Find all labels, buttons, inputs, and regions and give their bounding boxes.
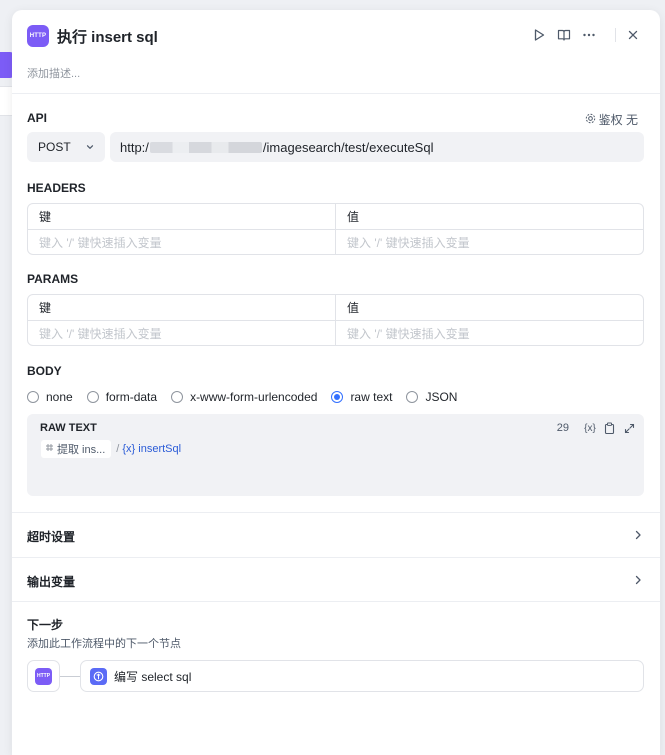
redacted-host	[149, 141, 262, 153]
api-section-label: API	[27, 111, 48, 125]
llm-node-icon	[90, 667, 107, 685]
radio-circle	[86, 391, 99, 403]
header-value-input[interactable]: 键入 '/' 键快速插入变量	[335, 230, 643, 254]
output-label: 输出变量	[27, 575, 76, 589]
book-icon[interactable]	[555, 26, 573, 44]
value-column-header: 值	[335, 295, 643, 320]
radio-label: JSON	[425, 390, 458, 404]
radio-label: x-www-form-urlencoded	[190, 390, 318, 404]
table-row: 键入 '/' 键快速插入变量 键入 '/' 键快速插入变量	[28, 320, 643, 345]
timeout-settings-row[interactable]: 超时设置	[12, 512, 660, 556]
run-icon[interactable]	[530, 26, 548, 44]
node-title[interactable]: 执行 insert sql	[57, 26, 158, 47]
auth-setting[interactable]: 鉴权 无	[585, 111, 638, 128]
raw-text-editor[interactable]: RAW TEXT 29 {x} 提取 ins... / {x} insertSq…	[27, 414, 644, 496]
url-path: /imagesearch/test/executeSql	[262, 139, 434, 155]
param-key-input[interactable]: 键入 '/' 键快速插入变量	[28, 321, 335, 345]
method-select[interactable]: POST	[27, 132, 105, 162]
method-value: POST	[38, 140, 71, 154]
headers-table: 键 值 键入 '/' 键快速插入变量 键入 '/' 键快速插入变量	[27, 203, 644, 255]
variable-name: {x} insertSql	[122, 443, 182, 455]
radio-circle	[406, 391, 419, 403]
node-config-panel: HTTP 执行 insert sql 添加描述... API 鉴权 无 POST…	[12, 10, 660, 755]
char-count: 29	[556, 422, 569, 434]
radio-label: raw text	[350, 390, 393, 404]
body-section-label: BODY	[27, 364, 62, 378]
radio-circle	[171, 391, 184, 403]
header-divider	[615, 28, 616, 42]
headers-section-label: HEADERS	[27, 181, 86, 195]
next-node-name: 编写 select sql	[114, 669, 192, 684]
radio-label: none	[46, 390, 73, 404]
extract-node-icon	[45, 443, 54, 455]
params-table: 键 值 键入 '/' 键快速插入变量 键入 '/' 键快速插入变量	[27, 294, 644, 346]
current-node-thumb: HTTP	[27, 660, 60, 692]
more-icon[interactable]	[580, 26, 598, 44]
params-section-label: PARAMS	[27, 272, 79, 286]
url-input[interactable]: http:/ /imagesearch/test/executeSql	[110, 132, 644, 162]
table-header-row: 键 值	[28, 295, 643, 320]
description-input[interactable]: 添加描述...	[27, 65, 80, 81]
next-step-subtitle: 添加此工作流程中的下一个节点	[27, 638, 181, 650]
timeout-label: 超时设置	[27, 530, 76, 544]
key-column-header: 键	[39, 301, 52, 315]
source-node-name: 提取 ins...	[57, 444, 106, 456]
radio-form-data[interactable]: form-data	[86, 390, 158, 404]
chevron-down-icon	[85, 141, 95, 155]
http-node-icon: HTTP	[27, 25, 49, 47]
radio-json[interactable]: JSON	[406, 390, 457, 404]
table-row: 键入 '/' 键快速插入变量 键入 '/' 键快速插入变量	[28, 229, 643, 254]
expand-icon[interactable]	[622, 421, 636, 435]
close-icon[interactable]	[624, 26, 642, 44]
chevron-right-icon	[633, 573, 643, 591]
body-type-radio-group: none form-data x-www-form-urlencoded raw…	[27, 390, 471, 404]
auth-label: 鉴权 无	[598, 113, 638, 127]
value-column-header: 值	[335, 204, 643, 229]
tag-separator: /	[116, 443, 120, 455]
gear-icon	[585, 113, 596, 127]
output-variables-row[interactable]: 输出变量	[12, 557, 660, 601]
copy-icon[interactable]	[602, 421, 616, 435]
insert-variable-icon[interactable]: {x}	[583, 421, 597, 435]
variable-reference[interactable]: 提取 ins... / {x} insertSql	[41, 440, 181, 458]
header-key-input[interactable]: 键入 '/' 键快速插入变量	[28, 230, 335, 254]
next-node-card[interactable]: 编写 select sql	[80, 660, 644, 692]
raw-text-label: RAW TEXT	[40, 422, 97, 434]
param-value-input[interactable]: 键入 '/' 键快速插入变量	[335, 321, 643, 345]
chevron-right-icon	[633, 528, 643, 546]
table-header-row: 键 值	[28, 204, 643, 229]
http-node-icon: HTTP	[35, 667, 52, 685]
connector-line	[60, 676, 80, 677]
key-column-header: 键	[39, 210, 52, 224]
source-node-tag: 提取 ins...	[41, 440, 112, 458]
divider	[12, 601, 660, 602]
radio-label: form-data	[105, 390, 158, 404]
panel-header: HTTP 执行 insert sql 添加描述...	[12, 10, 660, 94]
radio-circle	[27, 391, 39, 403]
next-step-title: 下一步	[27, 618, 64, 632]
radio-raw-text[interactable]: raw text	[331, 390, 392, 404]
radio-none[interactable]: none	[27, 390, 73, 404]
url-prefix: http:/	[120, 139, 149, 155]
radio-urlencoded[interactable]: x-www-form-urlencoded	[171, 390, 317, 404]
radio-circle-selected	[331, 391, 344, 403]
